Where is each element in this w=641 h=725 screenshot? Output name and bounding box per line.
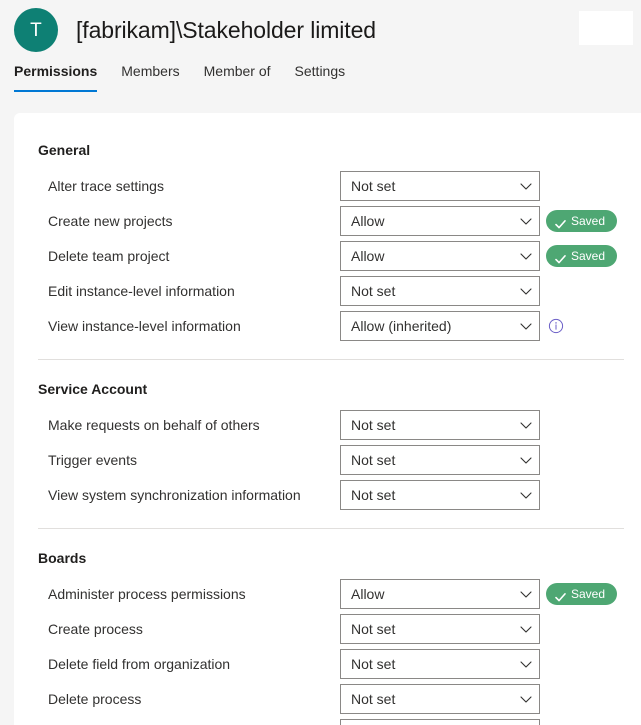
tab-members[interactable]: Members [109,62,191,92]
permission-row: Administer process permissions Allow Saved [14,576,641,611]
permission-row: Delete process Not set [14,681,641,716]
permission-label: Edit instance-level information [48,282,235,300]
permission-label: Make requests on behalf of others [48,416,260,434]
chevron-down-icon [519,453,533,467]
permission-label: Administer process permissions [48,585,246,603]
tab-member-of[interactable]: Member of [192,62,283,92]
permission-row-list: Make requests on behalf of others Not set… [14,407,641,512]
section-title: General [14,140,641,161]
status-badge: Saved [546,583,617,605]
avatar: T [14,8,58,52]
section-title: Boards [14,548,641,569]
permission-dropdown[interactable]: Allow [340,579,540,609]
permission-dropdown-value: Allow [351,247,519,265]
chevron-down-icon [519,657,533,671]
spacer [14,343,641,359]
permission-dropdown[interactable]: Not set [340,171,540,201]
permission-label: View instance-level information [48,317,241,335]
permission-dropdown[interactable]: Not set [340,684,540,714]
section-title: Service Account [14,379,641,400]
permission-dropdown[interactable]: Not set [340,276,540,306]
permission-dropdown[interactable]: Not set [340,480,540,510]
permission-dropdown-value: Not set [351,282,519,300]
permissions-page: T [fabrikam]\Stakeholder limited Permiss… [0,0,641,725]
permission-dropdown-value: Not set [351,416,519,434]
permission-row: Create process Not set [14,611,641,646]
permission-label: Delete team project [48,247,169,265]
tab-settings[interactable]: Settings [283,62,358,92]
permission-row: Delete team project Allow Saved [14,238,641,273]
permission-dropdown[interactable]: Allow (inherited) [340,311,540,341]
permission-dropdown-value: Not set [351,486,519,504]
chevron-down-icon [519,587,533,601]
permission-dropdown-value: Not set [351,451,519,469]
status-badge-label: Saved [571,210,605,232]
permission-dropdown-value: Not set [351,690,519,708]
permission-row: Create new projects Allow Saved [14,203,641,238]
permission-dropdown-value: Not set [351,620,519,638]
permission-label: Trigger events [48,451,137,469]
permission-dropdown[interactable]: Not set [340,614,540,644]
header-action-button[interactable] [579,11,633,45]
permission-row: View instance-level information Allow (in… [14,308,641,343]
chevron-down-icon [519,179,533,193]
status-badge-label: Saved [571,583,605,605]
tab-permissions[interactable]: Permissions [14,62,109,92]
status-badge-label: Saved [571,245,605,267]
chevron-down-icon [519,319,533,333]
permission-dropdown-value: Not set [351,655,519,673]
permission-row: Trigger events Not set [14,442,641,477]
status-badge: Saved [546,245,617,267]
permission-label: Delete field from organization [48,655,230,673]
permission-row: Make requests on behalf of others Not set [14,407,641,442]
spacer [14,360,641,379]
chevron-down-icon [519,488,533,502]
check-icon [555,250,566,261]
page-title: [fabrikam]\Stakeholder limited [76,17,376,44]
permission-row: Edit processNot set [14,716,641,725]
permission-section: Service Account Make requests on behalf o… [14,360,641,529]
chevron-down-icon [519,692,533,706]
group-identity: T [fabrikam]\Stakeholder limited [14,8,376,52]
info-icon[interactable] [548,318,564,334]
permission-dropdown[interactable]: Not set [340,649,540,679]
permission-section: General Alter trace settings Not set Create… [14,113,641,360]
spacer [14,529,641,548]
tab-bar: PermissionsMembersMember ofSettings [14,62,357,92]
permission-label: Create process [48,620,143,638]
chevron-down-icon [519,214,533,228]
permission-dropdown-value: Allow (inherited) [351,317,519,335]
permission-dropdown-value: Allow [351,585,519,603]
permission-section: Boards Administer process permissions Allo… [14,529,641,725]
permission-row: Alter trace settings Not set [14,168,641,203]
permission-dropdown[interactable]: Allow [340,206,540,236]
permission-dropdown-value: Not set [351,177,519,195]
permission-row-list: Administer process permissions Allow Saved… [14,576,641,725]
permission-dropdown[interactable]: Not set [340,445,540,475]
status-badge: Saved [546,210,617,232]
permission-label: Alter trace settings [48,177,164,195]
chevron-down-icon [519,622,533,636]
permission-row: Edit instance-level information Not set [14,273,641,308]
permission-label: Delete process [48,690,141,708]
permission-label: View system synchronization information [48,486,301,504]
permissions-panel: GeneralAlter trace settingsNot setCreate… [14,113,641,725]
permission-dropdown[interactable]: Not set [340,410,540,440]
permission-row: Delete field from organization Not set [14,646,641,681]
permission-row-list: Alter trace settings Not set Create new pr… [14,168,641,343]
chevron-down-icon [519,418,533,432]
permission-dropdown-value: Allow [351,212,519,230]
check-icon [555,215,566,226]
permission-label: Create new projects [48,212,173,230]
permission-dropdown[interactable]: Not set [340,719,540,725]
chevron-down-icon [519,249,533,263]
spacer [14,113,641,140]
chevron-down-icon [519,284,533,298]
spacer [14,512,641,528]
permission-dropdown[interactable]: Allow [340,241,540,271]
check-icon [555,588,566,599]
permission-row: View system synchronization information N… [14,477,641,512]
